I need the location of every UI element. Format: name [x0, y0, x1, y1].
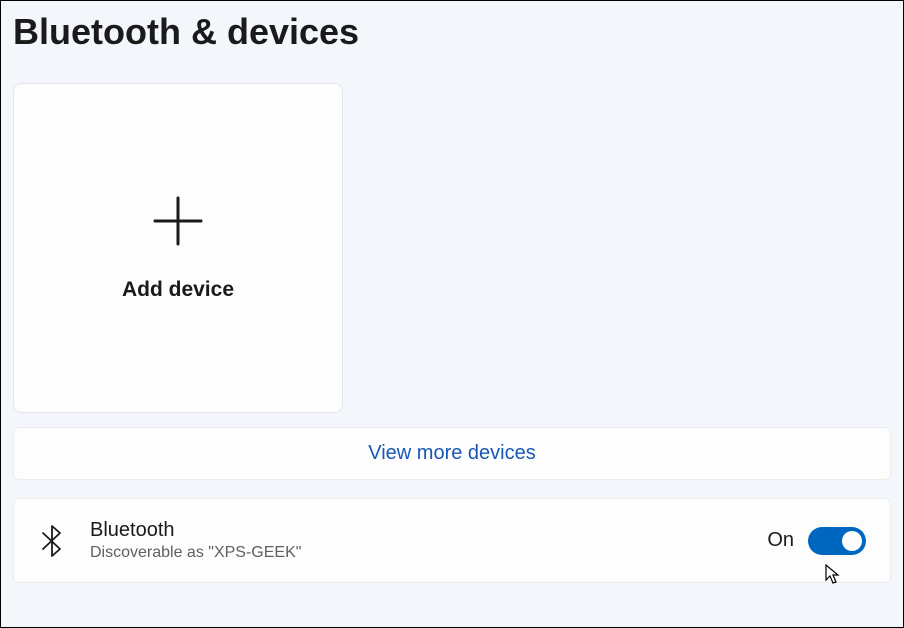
bluetooth-toggle[interactable]	[808, 527, 866, 555]
add-device-button[interactable]: Add device	[13, 83, 343, 413]
page-title: Bluetooth & devices	[13, 11, 891, 53]
bluetooth-setting-row: Bluetooth Discoverable as "XPS-GEEK" On	[13, 498, 891, 583]
add-device-label: Add device	[122, 278, 234, 302]
view-more-label: View more devices	[368, 442, 535, 464]
bluetooth-title: Bluetooth	[90, 519, 743, 542]
bluetooth-icon	[38, 523, 66, 559]
toggle-knob	[842, 531, 862, 551]
view-more-devices-button[interactable]: View more devices	[13, 427, 891, 480]
cursor-icon	[824, 563, 842, 590]
bluetooth-subtitle: Discoverable as "XPS-GEEK"	[90, 544, 743, 562]
plus-icon	[151, 194, 205, 248]
bluetooth-toggle-group: On	[767, 527, 866, 555]
bluetooth-text-group: Bluetooth Discoverable as "XPS-GEEK"	[90, 519, 743, 562]
bluetooth-toggle-label: On	[767, 529, 794, 552]
